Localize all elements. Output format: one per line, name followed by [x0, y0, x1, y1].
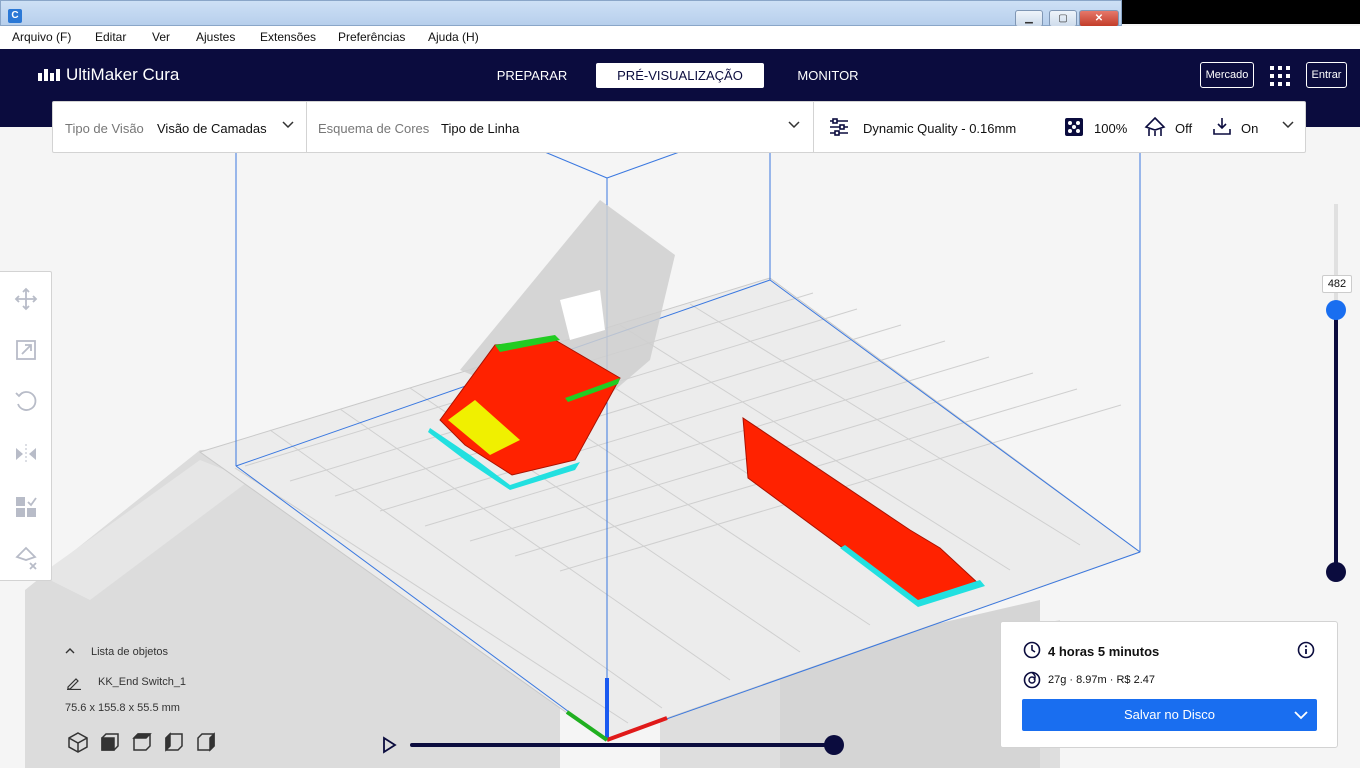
right-view-icon[interactable] [194, 730, 218, 754]
logo-text: UltiMaker Cura [66, 65, 180, 84]
applications-grid-icon[interactable] [1270, 66, 1290, 86]
menu-preferences[interactable]: Preferências [338, 30, 405, 44]
menu-extensions[interactable]: Extensões [260, 30, 316, 44]
layer-slider-lower-handle [1326, 562, 1346, 582]
desktop-background [1122, 0, 1360, 24]
simulation-slider-handle[interactable] [824, 735, 844, 755]
simulation-slider[interactable] [410, 743, 835, 747]
app-logo: UltiMaker Cura [38, 65, 179, 85]
close-button[interactable]: ✕ [1079, 10, 1119, 27]
adhesion-icon [1213, 118, 1231, 135]
menu-edit[interactable]: Editar [95, 30, 126, 44]
color-scheme-dropdown[interactable]: Tipo de Linha [441, 121, 519, 136]
object-list-toggle[interactable]: Lista de objetos [91, 646, 168, 658]
support-value: Off [1175, 121, 1193, 136]
chevron-up-icon[interactable] [64, 646, 76, 656]
clock-icon [1023, 641, 1041, 659]
color-scheme-label: Esquema de Cores [318, 121, 430, 136]
front-view-icon[interactable] [98, 730, 122, 754]
print-settings-sliders-icon[interactable] [828, 116, 850, 138]
play-icon[interactable] [380, 736, 398, 754]
current-layer-input[interactable]: 482 [1322, 275, 1352, 293]
tool-panel [0, 271, 52, 581]
save-to-disk-button[interactable]: Salvar no Disco [1022, 699, 1317, 731]
filament-spool-icon [1023, 671, 1041, 689]
view-settings-toolbar: Tipo de Visão Visão de Camadas Esquema d… [52, 101, 1306, 153]
menu-help[interactable]: Ajuda (H) [428, 30, 479, 44]
mirror-icon[interactable] [13, 441, 39, 467]
material-estimate: 27g · 8.97m · R$ 2.47 [1048, 674, 1156, 686]
layer-slider[interactable] [1318, 200, 1354, 590]
menu-file[interactable]: Arquivo (F) [12, 30, 71, 44]
top-view-icon[interactable] [130, 730, 154, 754]
view-type-dropdown[interactable]: Visão de Camadas [157, 121, 267, 136]
divider [813, 102, 814, 152]
tab-preview[interactable]: PRÉ-VISUALIZAÇÃO [596, 63, 764, 88]
infill-icon [1065, 118, 1083, 136]
support-blocker-icon[interactable] [13, 545, 39, 571]
adhesion-value: On [1241, 121, 1259, 136]
chevron-down-icon[interactable] [281, 117, 295, 131]
save-button-label: Salvar no Disco [1123, 707, 1216, 722]
chevron-down-icon[interactable] [1281, 117, 1295, 131]
per-model-settings-icon[interactable] [13, 494, 39, 520]
left-view-icon[interactable] [162, 730, 186, 754]
scale-icon[interactable] [13, 337, 39, 363]
menu-view[interactable]: Ver [152, 30, 170, 44]
print-time: 4 horas 5 minutos [1048, 644, 1160, 659]
infill-value: 100% [1094, 121, 1128, 136]
object-name[interactable]: KK_End Switch_1 [98, 676, 186, 688]
signin-button[interactable]: Entrar [1306, 62, 1347, 88]
profile-name[interactable]: Dynamic Quality - 0.16mm [863, 121, 1016, 136]
maximize-button[interactable]: ▢ [1049, 10, 1077, 27]
chevron-down-icon[interactable] [787, 117, 801, 131]
window-titlebar: C ▁ ▢ ✕ [0, 0, 1122, 27]
ultimaker-logo-icon [38, 69, 60, 81]
3d-view-icon[interactable] [66, 730, 90, 754]
info-icon[interactable] [1297, 641, 1315, 659]
tab-prepare[interactable]: PREPARAR [478, 63, 586, 88]
marketplace-button[interactable]: Mercado [1200, 62, 1254, 88]
menubar: Arquivo (F) Editar Ver Ajustes Extensões… [0, 26, 1360, 49]
support-icon [1144, 116, 1166, 136]
rotate-icon[interactable] [13, 388, 39, 414]
tab-monitor[interactable]: MONITOR [774, 63, 882, 88]
app-icon: C [8, 9, 22, 23]
chevron-down-icon[interactable] [1293, 707, 1309, 723]
object-dimensions: 75.6 x 155.8 x 55.5 mm [65, 702, 180, 714]
layer-slider-upper-handle [1326, 300, 1346, 320]
print-information-panel: 4 horas 5 minutos 27g · 8.97m · R$ 2.47 … [1000, 621, 1338, 748]
minimize-button[interactable]: ▁ [1015, 10, 1043, 27]
view-type-label: Tipo de Visão [65, 121, 144, 136]
pencil-icon[interactable] [66, 674, 82, 690]
divider [306, 102, 307, 152]
menu-settings[interactable]: Ajustes [196, 30, 235, 44]
move-icon[interactable] [13, 286, 39, 312]
